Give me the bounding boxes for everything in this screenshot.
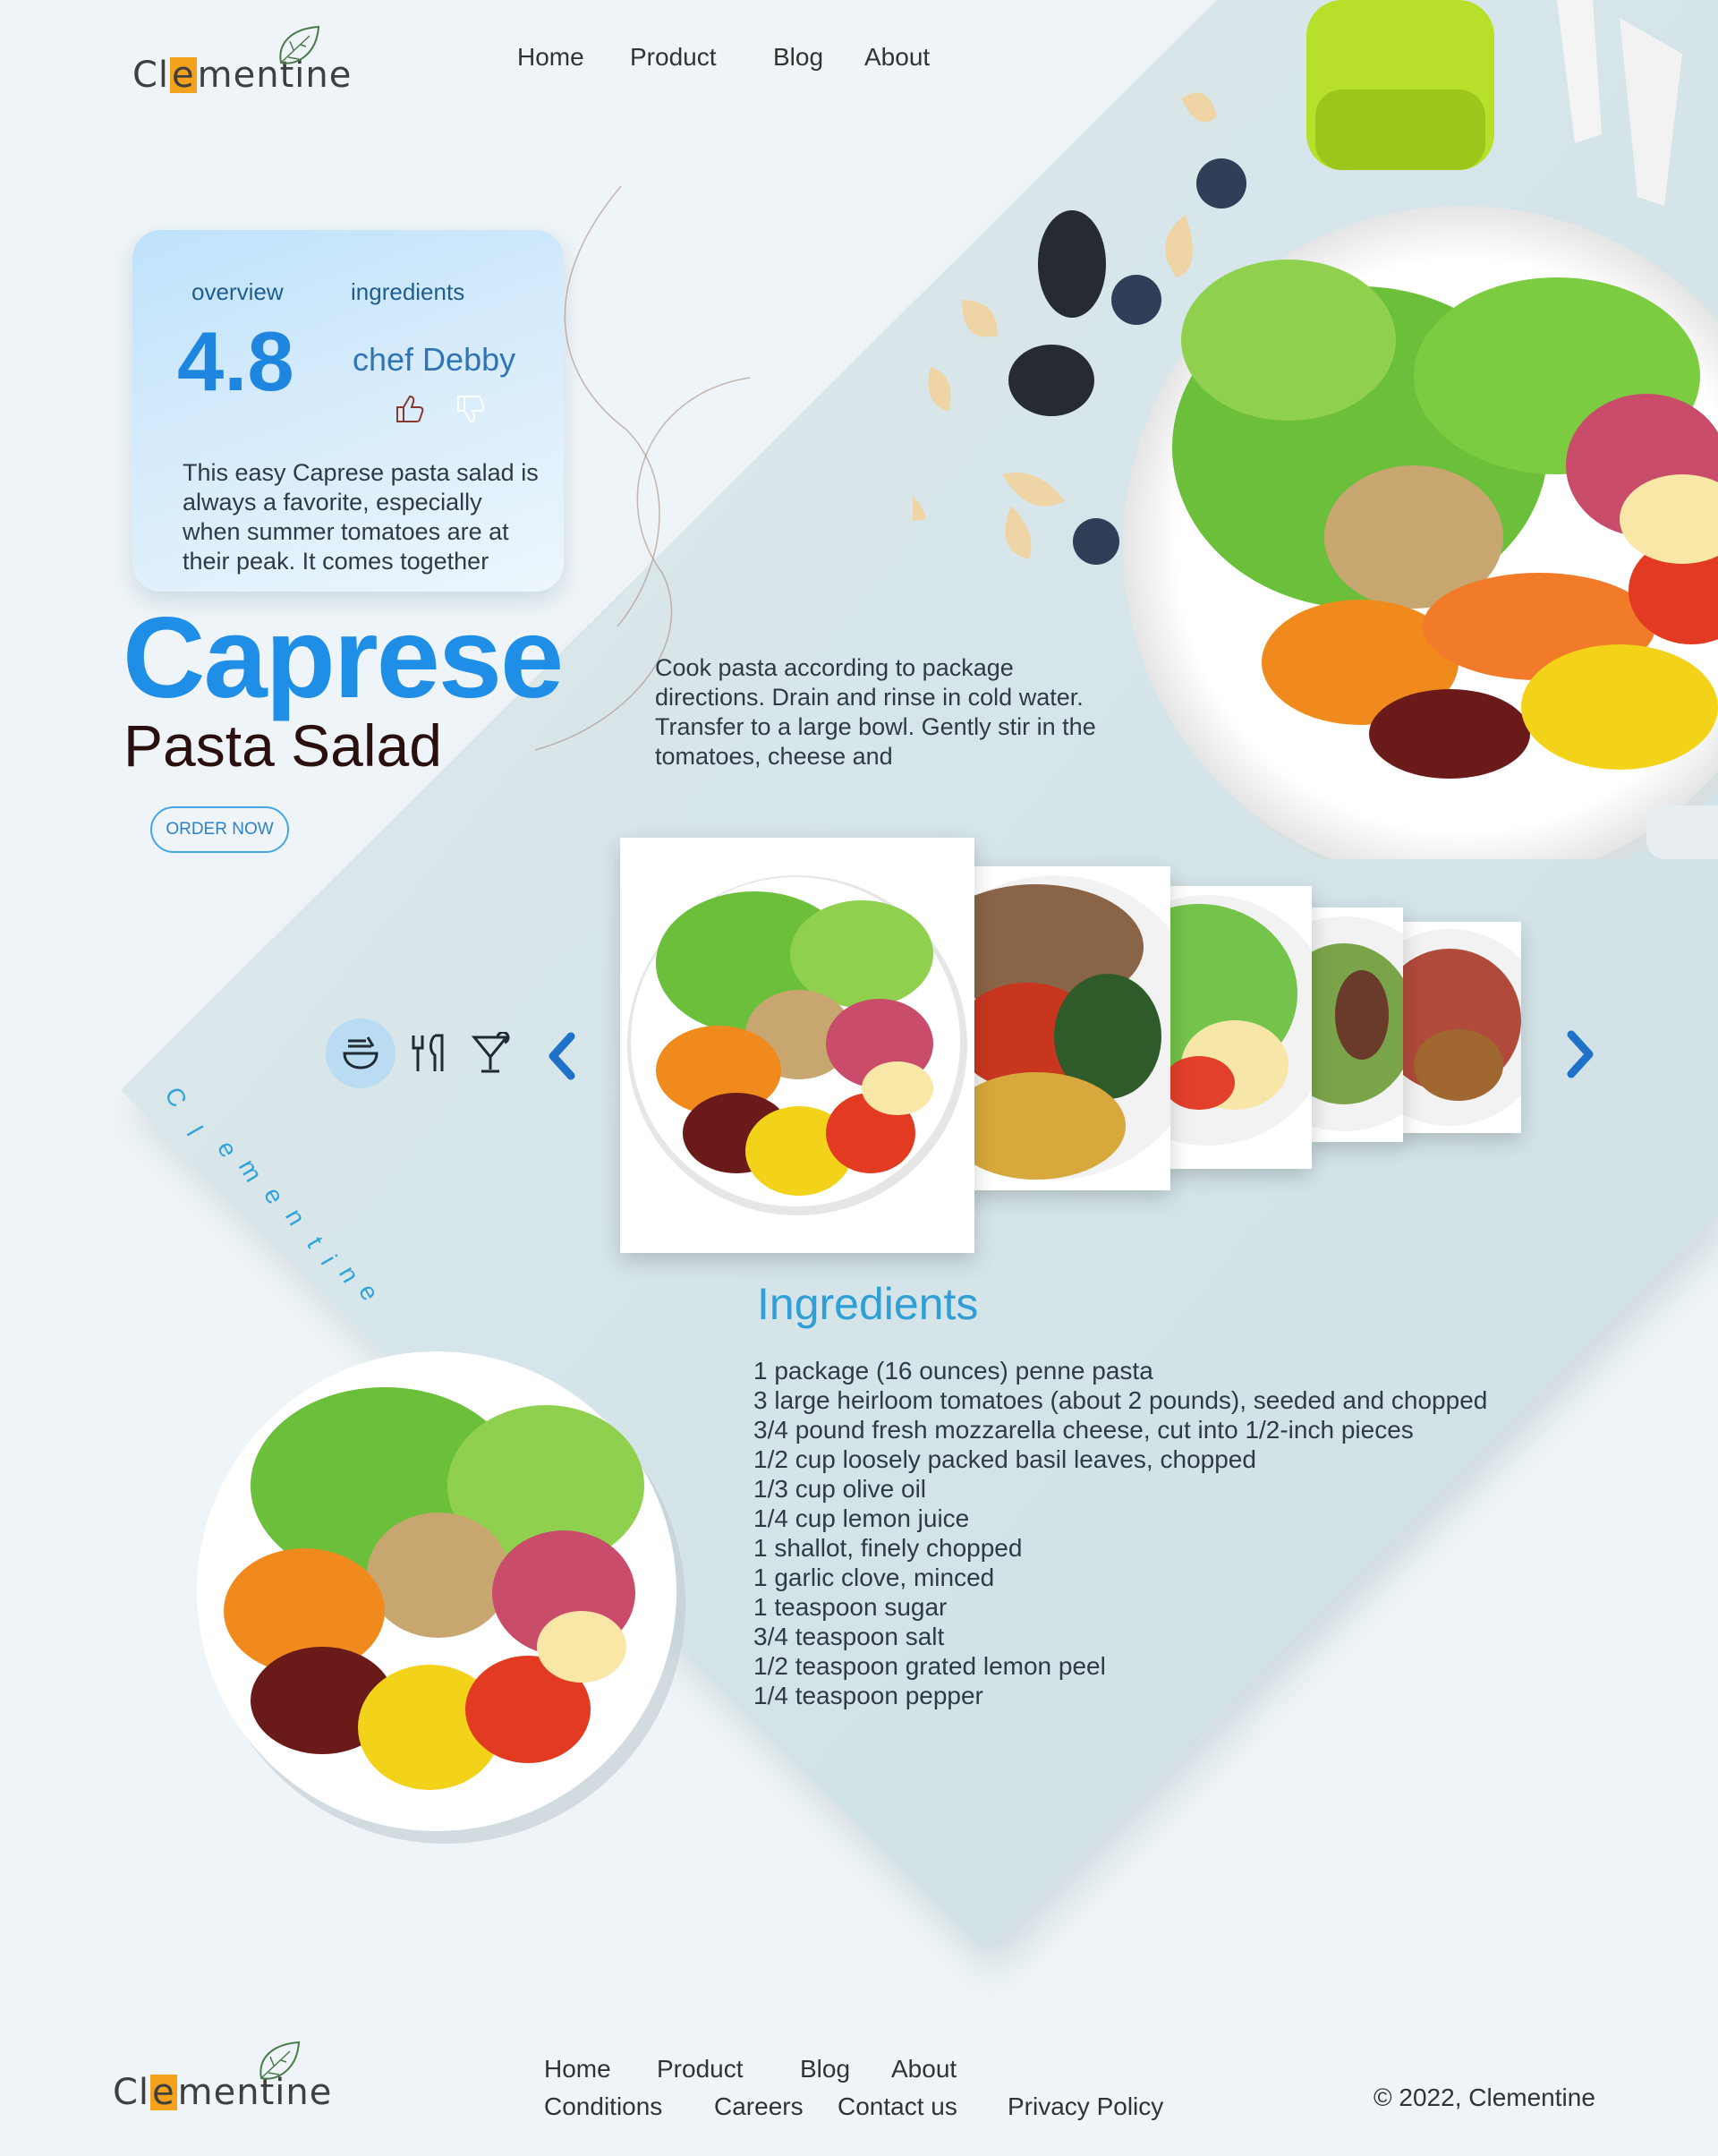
- cook-instructions: Cook pasta according to package directio…: [655, 654, 1096, 770]
- footer-about-link[interactable]: About: [891, 2055, 957, 2084]
- cocktail-icon: [471, 1032, 510, 1073]
- footer-privacy-link[interactable]: Privacy Policy: [1008, 2092, 1163, 2121]
- tab-ingredients[interactable]: ingredients: [351, 278, 464, 306]
- list-item: 1 garlic clove, minced: [753, 1564, 995, 1591]
- list-item: 3/4 teaspoon salt: [753, 1623, 945, 1650]
- category-drinks[interactable]: [464, 1018, 517, 1088]
- ingredients-title: Ingredients: [757, 1279, 979, 1329]
- recipe-title: Caprese: [123, 594, 564, 722]
- ingredients-list: 1 package (16 ounces) penne pasta 3 larg…: [753, 1356, 1487, 1710]
- footer-home-link[interactable]: Home: [544, 2055, 611, 2084]
- footer-careers-link[interactable]: Careers: [714, 2092, 804, 2121]
- order-now-button[interactable]: ORDER NOW: [150, 806, 289, 853]
- nav-home[interactable]: Home: [517, 43, 584, 72]
- list-item: 1 shallot, finely chopped: [753, 1534, 1023, 1562]
- list-item: 1/2 cup loosely packed basil leaves, cho…: [753, 1445, 1256, 1473]
- footer-product-link[interactable]: Product: [657, 2055, 744, 2084]
- list-item: 1 teaspoon sugar: [753, 1593, 948, 1621]
- bowl-icon: [343, 1036, 378, 1069]
- category-dining[interactable]: [403, 1018, 456, 1088]
- rating-value: 4.8: [177, 314, 294, 408]
- leaf-icon: [279, 25, 320, 64]
- thumbs-up-icon[interactable]: [392, 391, 428, 427]
- chef-name: chef Debby: [353, 341, 516, 378]
- thumbs-down-icon[interactable]: [453, 391, 489, 427]
- category-bowl[interactable]: [326, 1018, 395, 1088]
- photo-card-1[interactable]: [620, 838, 974, 1253]
- photo-card-5[interactable]: [1396, 922, 1521, 1133]
- list-item: 1/4 teaspoon pepper: [753, 1682, 983, 1709]
- photo-card-2[interactable]: [965, 866, 1170, 1190]
- list-item: 1 package (16 ounces) penne pasta: [753, 1357, 1153, 1385]
- photo-card-3[interactable]: [1163, 886, 1312, 1169]
- list-item: 3/4 pound fresh mozzarella cheese, cut i…: [753, 1416, 1414, 1444]
- footer-conditions-link[interactable]: Conditions: [544, 2092, 662, 2121]
- recipe-overview-card: overview ingredients 4.8 chef Debby This…: [132, 230, 564, 592]
- recipe-subtitle: Pasta Salad: [123, 712, 442, 779]
- carousel-prev-arrow-icon[interactable]: [544, 1031, 578, 1081]
- salad-plate-image: [197, 1351, 685, 1844]
- nav-blog[interactable]: Blog: [773, 43, 823, 72]
- list-item: 1/2 teaspoon grated lemon peel: [753, 1652, 1106, 1680]
- footer-contact-link[interactable]: Contact us: [838, 2092, 957, 2121]
- footer-blog-link[interactable]: Blog: [800, 2055, 850, 2084]
- copyright: © 2022, Clementine: [1374, 2084, 1595, 2111]
- carousel-next-arrow-icon[interactable]: [1564, 1029, 1598, 1079]
- nav-product[interactable]: Product: [630, 43, 717, 72]
- fork-knife-icon: [412, 1034, 444, 1071]
- recipe-description: This easy Caprese pasta salad is always …: [183, 459, 539, 575]
- leaf-icon: [259, 2041, 301, 2080]
- list-item: 1/4 cup lemon juice: [753, 1504, 970, 1532]
- list-item: 3 large heirloom tomatoes (about 2 pound…: [753, 1386, 1488, 1414]
- list-item: 1/3 cup olive oil: [753, 1475, 927, 1503]
- tab-overview[interactable]: overview: [191, 278, 284, 306]
- photo-card-4[interactable]: [1308, 908, 1403, 1142]
- nav-about[interactable]: About: [864, 43, 930, 72]
